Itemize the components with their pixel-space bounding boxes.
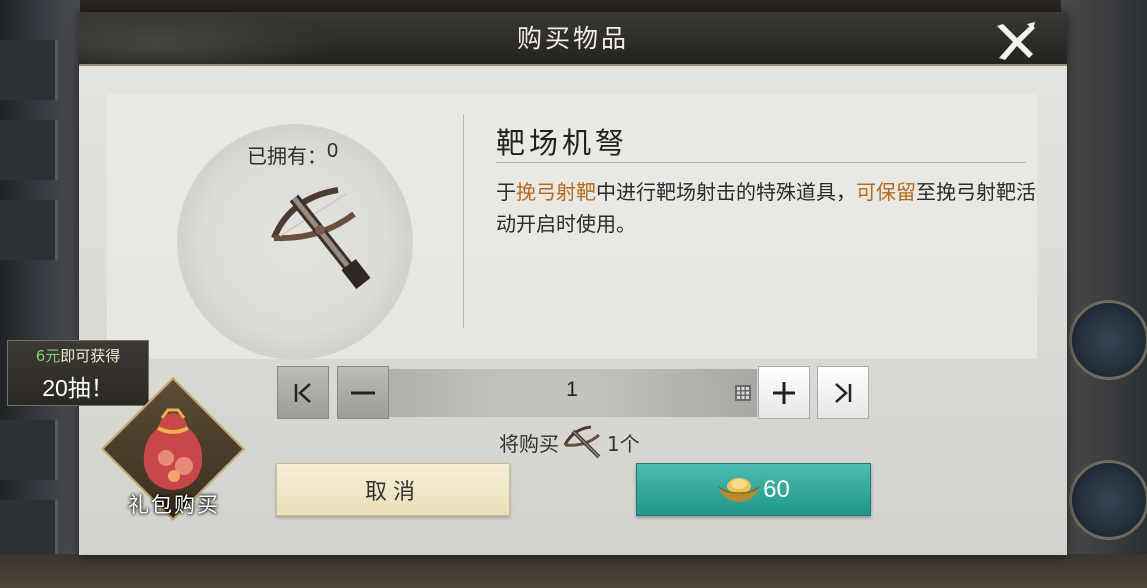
dialog-titlebar: 购买物品 <box>79 12 1067 66</box>
cancel-button[interactable]: 取消 <box>276 463 510 516</box>
purchase-summary: 将购买 1个 <box>499 425 640 459</box>
background-top <box>0 0 1147 12</box>
owned-label: 已拥有： <box>247 146 327 168</box>
purchase-dialog: 购买物品 已拥有： 0 靶场机弩 于挽弓射靶中进行靶场射击的特殊道具，可保留至挽… <box>79 12 1067 555</box>
crossbow-icon <box>250 180 374 290</box>
gift-label: 礼包购买 <box>128 493 220 517</box>
item-description: 于挽弓射靶中进行靶场射击的特殊道具，可保留至挽弓射靶活动开启时使用。 <box>496 176 1036 240</box>
background-bottom <box>0 554 1147 588</box>
summary-count: 1个 <box>607 431 640 456</box>
close-button[interactable] <box>991 22 1037 62</box>
promo-line2: 20抽！ <box>42 375 114 401</box>
max-quantity-button[interactable] <box>817 366 869 419</box>
gold-ingot-icon <box>718 477 760 502</box>
minus-button[interactable] <box>337 366 389 419</box>
close-x-icon <box>997 22 1035 60</box>
owned-value: 0 <box>327 140 339 162</box>
buy-price: 60 <box>763 475 790 503</box>
background-tile <box>0 120 58 180</box>
skip-to-min-icon <box>294 382 311 403</box>
plus-icon <box>773 381 795 404</box>
dialog-title: 购买物品 <box>516 24 629 53</box>
promo-line1-suffix: 即可获得 <box>60 347 121 365</box>
background-orb <box>1069 300 1147 380</box>
desc-text: 于 <box>496 180 516 204</box>
gift-promo-tag[interactable]: 6元即可获得 20抽！ <box>7 340 149 406</box>
promo-price: 6元 <box>35 347 61 365</box>
background-tile <box>0 200 58 260</box>
promo-line1: 6元即可获得 <box>8 345 148 366</box>
background-right-panel <box>1061 0 1147 588</box>
background-tile <box>0 500 58 560</box>
background-tile <box>0 420 58 480</box>
plus-button[interactable] <box>758 366 810 419</box>
keypad-icon[interactable] <box>735 385 751 401</box>
desc-text: 中进行靶场射击的特殊道具， <box>596 180 856 204</box>
item-info-panel: 已拥有： 0 靶场机弩 于挽弓射靶中进行靶场射击的特殊道具，可保留至挽弓射靶活动… <box>107 94 1037 360</box>
background-tile <box>0 40 58 100</box>
summary-prefix: 将购买 <box>499 431 559 456</box>
desc-highlight-event: 挽弓射靶 <box>516 180 596 204</box>
owned-count: 已拥有： 0 <box>247 140 407 169</box>
item-name: 靶场机弩 <box>496 126 629 160</box>
skip-to-max-icon <box>835 382 852 403</box>
desc-highlight-keep: 可保留 <box>856 180 916 204</box>
background-left-panel <box>0 0 80 588</box>
horizontal-divider <box>496 162 1026 163</box>
crossbow-mini-icon <box>563 425 601 459</box>
quantity-value[interactable]: 1 <box>497 378 647 402</box>
quantity-selector: 1 <box>277 366 869 419</box>
vertical-divider <box>463 114 464 328</box>
gift-bag-icon[interactable] <box>132 400 214 494</box>
background-orb <box>1069 460 1147 540</box>
minus-icon <box>351 391 375 394</box>
min-quantity-button[interactable] <box>277 366 329 419</box>
buy-button[interactable]: 60 <box>636 463 871 516</box>
